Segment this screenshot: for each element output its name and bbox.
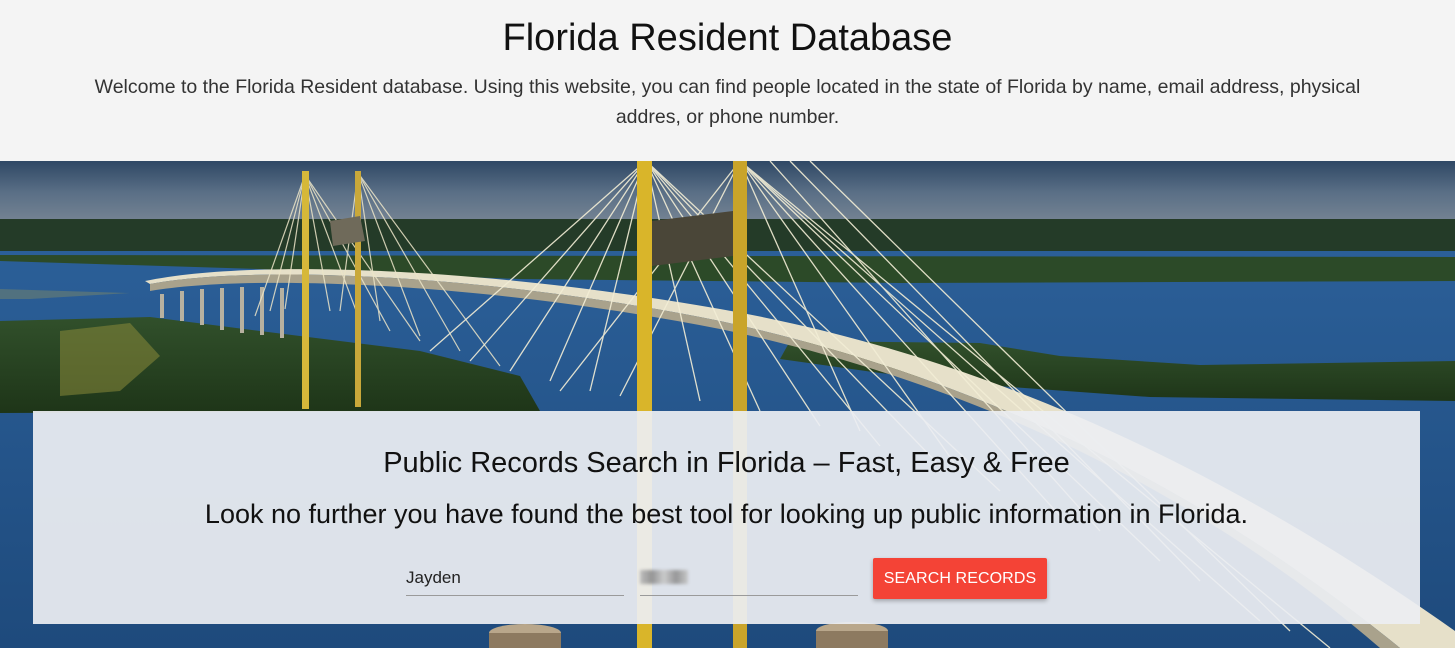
page: Florida Resident Database Welcome to the…	[0, 0, 1455, 648]
search-card: Public Records Search in Florida – Fast,…	[33, 411, 1420, 624]
site-title: Florida Resident Database	[502, 17, 953, 59]
first-name-input[interactable]	[406, 561, 624, 596]
search-records-button[interactable]: SEARCH RECORDS	[873, 558, 1047, 599]
intro-paragraph: Welcome to the Florida Resident database…	[94, 76, 1361, 128]
site-header: Florida Resident Database Welcome to the…	[0, 0, 1455, 161]
search-card-heading: Public Records Search in Florida – Fast,…	[383, 447, 1070, 479]
redacted-last-name	[640, 570, 688, 584]
search-card-subheading: Look no further you have found the best …	[204, 499, 1249, 529]
